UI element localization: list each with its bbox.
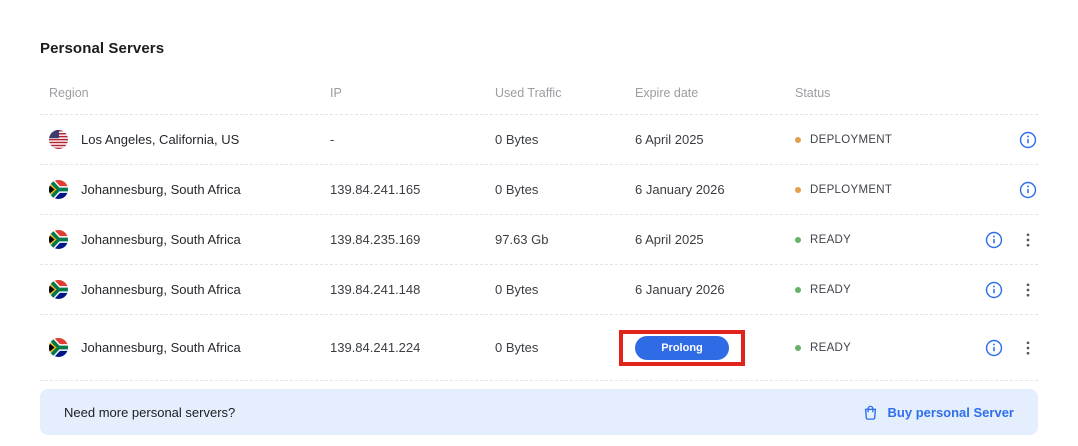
- expire-date-cell: 6 January 2026: [635, 182, 795, 197]
- table-row: Los Angeles, California, US - 0 Bytes 6 …: [40, 115, 1038, 165]
- status-label: DEPLOYMENT: [810, 184, 892, 196]
- column-header-status: Status: [795, 86, 950, 100]
- status-dot: [795, 287, 801, 293]
- actions-cell: [950, 130, 1038, 150]
- highlight-annotation-box: Prolong: [619, 330, 745, 366]
- ip-cell: -: [330, 132, 495, 147]
- table-row: Johannesburg, South Africa 139.84.241.22…: [40, 315, 1038, 381]
- us-flag-icon: [49, 130, 68, 149]
- actions-cell: [950, 338, 1038, 358]
- personal-servers-panel: Personal Servers Region IP Used Traffic …: [0, 0, 1078, 435]
- row-info-button[interactable]: [984, 338, 1004, 358]
- region-cell: Johannesburg, South Africa: [40, 230, 330, 249]
- south-africa-flag-icon: [49, 338, 68, 357]
- shopping-bag-icon: [862, 404, 879, 421]
- column-header-ip: IP: [330, 86, 495, 100]
- region-cell: Los Angeles, California, US: [40, 130, 330, 149]
- region-cell: Johannesburg, South Africa: [40, 338, 330, 357]
- row-info-button[interactable]: [984, 230, 1004, 250]
- row-info-button[interactable]: [1018, 180, 1038, 200]
- banner-question: Need more personal servers?: [64, 405, 235, 420]
- expire-date: 6 April 2025: [635, 232, 704, 247]
- ip-cell: 139.84.241.165: [330, 182, 495, 197]
- region-name: Johannesburg, South Africa: [81, 282, 241, 297]
- status-dot: [795, 187, 801, 193]
- table-header-row: Region IP Used Traffic Expire date Statu…: [40, 71, 1038, 115]
- expire-date: 6 January 2026: [635, 282, 725, 297]
- table-row: Johannesburg, South Africa 139.84.241.16…: [40, 165, 1038, 215]
- status-cell: DEPLOYMENT: [795, 134, 950, 146]
- prolong-button[interactable]: Prolong: [635, 336, 729, 360]
- region-cell: Johannesburg, South Africa: [40, 180, 330, 199]
- ip-cell: 139.84.241.224: [330, 340, 495, 355]
- buy-personal-server-button[interactable]: Buy personal Server: [862, 404, 1014, 421]
- column-header-region: Region: [40, 86, 330, 100]
- row-menu-button[interactable]: [1018, 280, 1038, 300]
- row-menu-button[interactable]: [1018, 338, 1038, 358]
- expire-date-cell: 6 April 2025: [635, 232, 795, 247]
- info-icon: [1019, 131, 1037, 149]
- region-cell: Johannesburg, South Africa: [40, 280, 330, 299]
- row-info-button[interactable]: [984, 280, 1004, 300]
- expire-date: 6 January 2026: [635, 182, 725, 197]
- ip-cell: 139.84.235.169: [330, 232, 495, 247]
- status-label: DEPLOYMENT: [810, 134, 892, 146]
- status-label: READY: [810, 234, 851, 246]
- expire-date: 6 April 2025: [635, 132, 704, 147]
- south-africa-flag-icon: [49, 180, 68, 199]
- table-body: Los Angeles, California, US - 0 Bytes 6 …: [40, 115, 1038, 381]
- region-name: Johannesburg, South Africa: [81, 340, 241, 355]
- status-cell: READY: [795, 234, 950, 246]
- actions-cell: [950, 280, 1038, 300]
- status-dot: [795, 345, 801, 351]
- used-traffic-cell: 0 Bytes: [495, 132, 635, 147]
- row-info-button[interactable]: [1018, 130, 1038, 150]
- south-africa-flag-icon: [49, 230, 68, 249]
- info-icon: [985, 339, 1003, 357]
- row-menu-button[interactable]: [1018, 230, 1038, 250]
- status-dot: [795, 237, 801, 243]
- status-cell: READY: [795, 342, 950, 354]
- table-row: Johannesburg, South Africa 139.84.241.14…: [40, 265, 1038, 315]
- used-traffic-cell: 0 Bytes: [495, 282, 635, 297]
- column-header-expire-date: Expire date: [635, 86, 795, 100]
- kebab-menu-icon: [1020, 232, 1036, 248]
- servers-table: Region IP Used Traffic Expire date Statu…: [40, 71, 1038, 381]
- used-traffic-cell: 97.63 Gb: [495, 232, 635, 247]
- kebab-menu-icon: [1020, 282, 1036, 298]
- region-name: Johannesburg, South Africa: [81, 182, 241, 197]
- table-row: Johannesburg, South Africa 139.84.235.16…: [40, 215, 1038, 265]
- info-icon: [985, 231, 1003, 249]
- buy-personal-server-label: Buy personal Server: [888, 405, 1014, 420]
- ip-cell: 139.84.241.148: [330, 282, 495, 297]
- page-title: Personal Servers: [40, 40, 1038, 57]
- column-header-used-traffic: Used Traffic: [495, 86, 635, 100]
- status-cell: DEPLOYMENT: [795, 184, 950, 196]
- status-cell: READY: [795, 284, 950, 296]
- info-icon: [985, 281, 1003, 299]
- kebab-menu-icon: [1020, 340, 1036, 356]
- buy-more-banner: Need more personal servers? Buy personal…: [40, 389, 1038, 435]
- expire-date-cell: Prolong: [635, 330, 795, 366]
- expire-date-cell: 6 January 2026: [635, 282, 795, 297]
- actions-cell: [950, 180, 1038, 200]
- expire-date-cell: 6 April 2025: [635, 132, 795, 147]
- south-africa-flag-icon: [49, 280, 68, 299]
- status-label: READY: [810, 342, 851, 354]
- region-name: Los Angeles, California, US: [81, 132, 239, 147]
- actions-cell: [950, 230, 1038, 250]
- used-traffic-cell: 0 Bytes: [495, 182, 635, 197]
- status-label: READY: [810, 284, 851, 296]
- info-icon: [1019, 181, 1037, 199]
- status-dot: [795, 137, 801, 143]
- region-name: Johannesburg, South Africa: [81, 232, 241, 247]
- used-traffic-cell: 0 Bytes: [495, 340, 635, 355]
